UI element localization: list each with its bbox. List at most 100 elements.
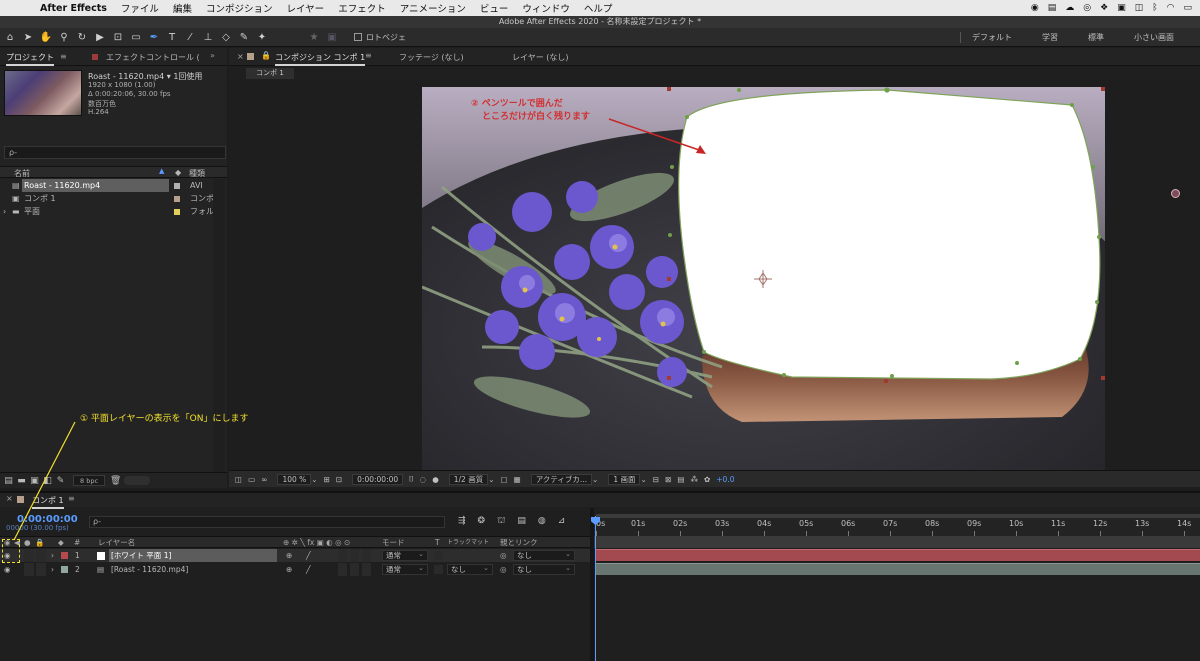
layer-bar-footage[interactable] [596,563,1200,575]
app-name-menu[interactable]: After Effects [40,3,107,14]
switch-slot[interactable] [362,549,371,562]
workspace-learn[interactable]: 学習 [1042,28,1058,47]
layer-row-white-solid[interactable]: ◉ › 1 [ホワイト 平面 1] ⊕ ╱ 通常 ◎ なし [0,549,590,562]
snap-icon[interactable]: ▣ [324,30,340,45]
layer-row-footage[interactable]: ◉ › 2 ▤ [Roast - 11620.mp4] ⊕ ╱ 通常 なし ◎ … [0,563,590,576]
shy-layers-icon[interactable]: ⛫ [497,516,505,527]
thumbnail-slider[interactable] [124,476,150,485]
chevron-right-icon[interactable]: › [51,563,54,576]
status-icon-4[interactable]: ▣ [1117,3,1126,13]
clone-stamp-tool-icon[interactable]: ⊥ [200,30,216,45]
panel-overflow-icon[interactable]: » [210,51,215,60]
color-channels-icon[interactable]: ● [432,475,439,484]
menu-layer[interactable]: レイヤー [286,1,324,15]
pen-tool-icon[interactable]: ✒ [146,30,162,45]
project-item-solids-folder[interactable]: › ▬ 平面 フォルタ [0,205,227,218]
label-swatch[interactable] [174,196,180,202]
fast-preview-icon[interactable]: ⊠ [665,475,671,484]
zoom-dropdown[interactable]: 100 % ⌄ [273,473,318,485]
tab-menu-icon[interactable]: ≡ [60,52,67,61]
snapshot-icon[interactable]: ⌷ [409,474,414,484]
toggle-pixel-aspect-icon[interactable]: ⊟ [653,475,659,484]
quality-switch-icon[interactable]: ╱ [306,563,311,576]
tab-project[interactable]: プロジェクト [6,52,54,66]
layer-name[interactable]: [Roast - 11620.mp4] [111,563,188,576]
label-swatch[interactable] [174,183,180,189]
parent-dropdown[interactable]: なし [513,550,575,561]
viewer-timecode[interactable]: 0:00:00:00 [348,473,404,485]
chevron-right-icon[interactable]: › [3,205,6,218]
tab-composition[interactable]: コンポジション コンポ 1 [275,52,366,66]
white-solid-mask[interactable] [678,89,1101,380]
bluetooth-icon[interactable]: ᛒ [1152,3,1157,13]
timeline-icon[interactable]: ▤ [677,475,684,484]
column-track-matte[interactable]: トラックマット [447,537,489,549]
column-parent[interactable]: 親とリンク [500,537,538,549]
offscreen-handle-icon[interactable] [1171,189,1180,198]
rotobezier-checkbox[interactable] [354,33,362,41]
comp-mini-flowchart-icon[interactable]: ⇶ [458,516,466,527]
menu-effect[interactable]: エフェクト [338,1,386,15]
lock-toggle[interactable] [36,563,46,576]
layer-name[interactable]: [ホワイト 平面 1] [109,549,277,562]
roto-brush-tool-icon[interactable]: ✎ [236,30,252,45]
tab-effect-controls[interactable]: エフェクトコントロール ( [106,52,200,63]
view-layout-dropdown[interactable]: 1 画面 ⌄ [604,473,647,485]
brush-tool-icon[interactable]: ⁄ [182,30,198,45]
blend-mode-dropdown[interactable]: 通常 [382,564,428,575]
chevron-right-icon[interactable]: › [51,549,54,562]
sort-ascending-icon[interactable]: ▲ [159,167,164,175]
quality-switch-icon[interactable]: ╱ [306,549,311,562]
column-type[interactable]: 種類 [189,168,205,179]
column-layer-name[interactable]: レイヤー名 [98,537,135,549]
display-icon[interactable]: ▭ [248,475,255,484]
preserve-transparency-toggle[interactable] [434,551,443,560]
draft-3d-icon[interactable]: ❂ [478,516,486,527]
menu-view[interactable]: ビュー [480,1,509,15]
exposure-value[interactable]: +0.0 [716,475,734,484]
solo-toggle[interactable] [24,563,34,576]
safe-margins-icon[interactable]: ⊞ [324,475,330,484]
type-tool-icon[interactable]: T [164,30,180,45]
project-item-comp[interactable]: ▣ コンポ 1 コンポシ [0,192,227,205]
rotate-tool-icon[interactable]: ↻ [74,30,90,45]
lock-icon[interactable]: 🔒 [261,51,271,60]
always-preview-icon[interactable]: ◫ [235,475,242,484]
project-item-footage[interactable]: ▤ Roast - 11620.mp4 AVI ⁂ [0,179,227,192]
column-mode[interactable]: モード [382,537,405,549]
home-icon[interactable]: ⌂ [2,30,18,45]
visibility-eye-icon[interactable]: ◉ [4,563,11,576]
pan-behind-tool-icon[interactable]: ⊡ [110,30,126,45]
parent-dropdown[interactable]: なし [513,564,575,575]
shy-switch-icon[interactable]: ⊕ [286,549,292,562]
shy-switch-icon[interactable]: ⊕ [286,563,292,576]
tab-layer[interactable]: レイヤー (なし) [512,52,569,63]
tab-footage[interactable]: フッテージ (なし) [399,52,464,63]
layer-label-swatch[interactable] [61,566,68,573]
playhead-line[interactable] [595,516,596,661]
solo-toggle[interactable] [24,549,34,562]
camera-tool-icon[interactable]: ▶ [92,30,108,45]
battery-icon[interactable]: ▭ [1183,3,1192,13]
switch-slot[interactable] [338,549,347,562]
mask-visibility-icon[interactable]: ⊡ [336,475,342,484]
workspace-small-screen[interactable]: 小さい画面 [1134,28,1174,47]
transparency-grid-icon[interactable]: ▦ [514,475,521,484]
dropbox-icon[interactable]: ❖ [1100,3,1108,13]
project-search-input[interactable]: ρ- [4,146,226,159]
resolution-dropdown[interactable]: 1/2 画質 ⌄ [445,473,495,485]
region-of-interest-icon[interactable]: ▢ [501,475,508,484]
show-snapshot-icon[interactable]: ◌ [420,475,427,484]
hand-tool-icon[interactable]: ✋ [38,30,54,45]
switch-slot[interactable] [362,563,371,576]
pickwhip-icon[interactable]: ◎ [500,563,507,576]
layer-label-swatch[interactable] [61,552,68,559]
track-matte-dropdown[interactable]: なし [447,564,493,575]
project-scrollbar[interactable] [213,179,225,472]
switch-slot[interactable] [350,549,359,562]
rectangle-tool-icon[interactable]: ▭ [128,30,144,45]
lock-toggle[interactable] [36,549,46,562]
puppet-tool-icon[interactable]: ✦ [254,30,270,45]
reset-exposure-icon[interactable]: ✿ [704,475,710,484]
star-icon[interactable]: ★ [306,30,322,45]
